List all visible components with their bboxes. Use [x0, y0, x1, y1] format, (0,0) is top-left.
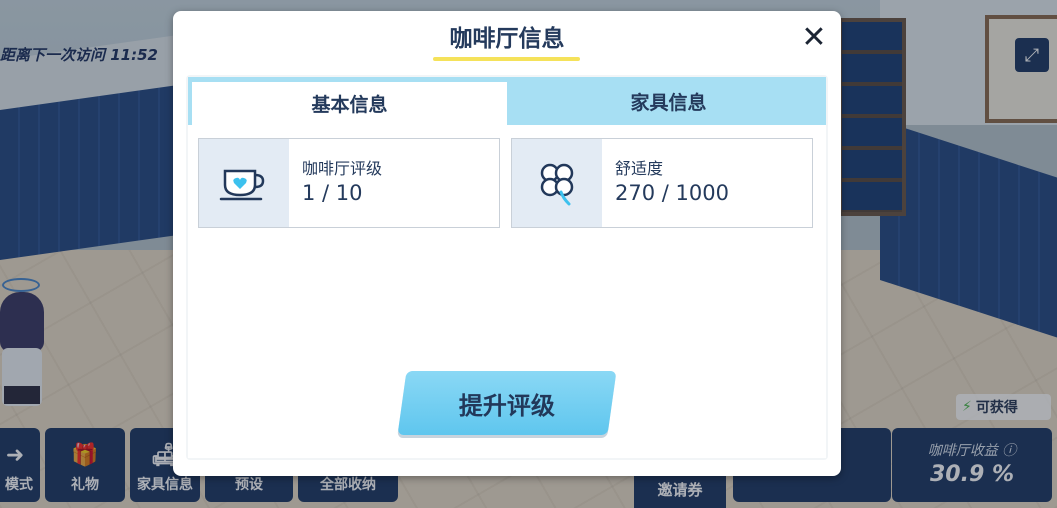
upgrade-rank-button[interactable]: 提升评级 [397, 371, 617, 435]
comfort-card: 舒适度 270 / 1000 [511, 138, 813, 228]
cafe-rank-label: 咖啡厅评级 [302, 159, 383, 178]
dialog-header: 咖啡厅信息 ✕ [173, 11, 841, 67]
title-underline [433, 57, 580, 61]
tab-furniture-info[interactable]: 家具信息 [511, 77, 826, 125]
basic-info-panel: 咖啡厅评级 1 / 10 舒适度 270 / 1000 提升评级 [188, 125, 826, 458]
card-icon-box [199, 139, 289, 227]
close-button[interactable]: ✕ [796, 19, 832, 55]
clover-icon [540, 163, 574, 206]
close-icon: ✕ [801, 19, 827, 55]
comfort-label: 舒适度 [615, 159, 664, 178]
upgrade-rank-label: 提升评级 [459, 391, 555, 420]
cafe-rank-card: 咖啡厅评级 1 / 10 [198, 138, 500, 228]
card-icon-box [512, 139, 602, 227]
dialog-body: 基本信息 家具信息 咖啡厅评级 1 / 10 舒适度 270 / 1000 提升… [186, 75, 828, 460]
comfort-value: 270 / 1000 [615, 181, 729, 205]
tab-bar: 基本信息 家具信息 [188, 77, 826, 125]
coffee-cup-icon [219, 169, 265, 201]
tab-basic-info[interactable]: 基本信息 [192, 82, 507, 125]
cafe-info-dialog: 咖啡厅信息 ✕ 基本信息 家具信息 咖啡厅评级 1 / 10 舒适度 270 /… [173, 11, 841, 476]
cafe-rank-value: 1 / 10 [302, 181, 363, 205]
dialog-title: 咖啡厅信息 [449, 26, 565, 52]
